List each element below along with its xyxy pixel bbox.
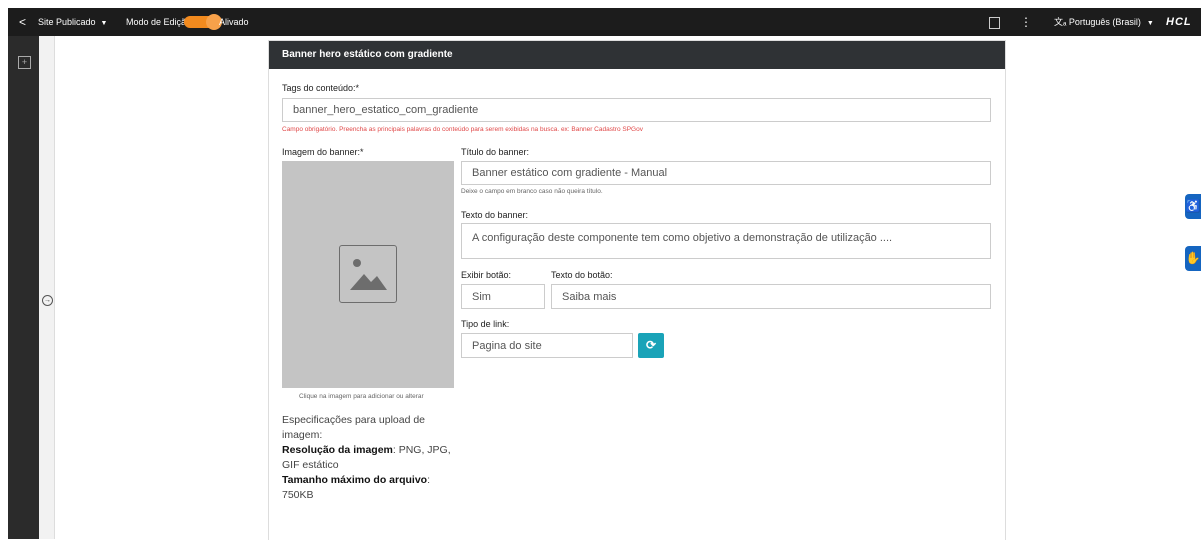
image-label: Imagem do banner:* bbox=[282, 147, 364, 157]
link-type-select[interactable]: Pagina do site bbox=[461, 333, 633, 358]
specs-size-label: Tamanho máximo do arquivo bbox=[282, 474, 428, 486]
site-status-dropdown[interactable]: Site Publicado ▼ bbox=[38, 8, 107, 36]
show-button-select[interactable]: Sim bbox=[461, 284, 545, 309]
refresh-button[interactable]: ⟳ bbox=[638, 333, 664, 358]
chevron-left-icon: < bbox=[18, 15, 26, 29]
edit-mode-state: Alivado bbox=[219, 17, 249, 27]
button-text-input[interactable]: Saiba mais bbox=[551, 284, 991, 309]
back-button[interactable]: < bbox=[8, 8, 37, 36]
edit-mode-toggle[interactable] bbox=[184, 14, 222, 30]
banner-text-textarea[interactable]: A configuração deste componente tem como… bbox=[461, 223, 991, 259]
caret-down-icon: ▼ bbox=[100, 20, 108, 27]
expand-arrow-icon[interactable]: → bbox=[42, 295, 53, 306]
add-component-icon[interactable]: + bbox=[18, 56, 31, 69]
image-placeholder-icon bbox=[339, 245, 397, 303]
banner-title-input[interactable]: Banner estático com gradiente - Manual bbox=[461, 161, 991, 185]
kebab-menu-icon[interactable]: ⋮ bbox=[1020, 8, 1032, 36]
translate-icon: 文ₐ bbox=[1054, 17, 1067, 27]
upload-specs: Especificações para upload de imagem: Re… bbox=[282, 413, 462, 503]
refresh-icon: ⟳ bbox=[645, 338, 657, 352]
top-strip bbox=[0, 0, 1201, 8]
banner-title-hint: Deixe o campo em branco caso não queira … bbox=[461, 188, 603, 195]
tags-label: Tags do conteúdo:* bbox=[282, 83, 360, 93]
site-status-label: Site Publicado bbox=[38, 17, 96, 27]
specs-resolution: Resolução da imagem: PNG, JPG, GIF estát… bbox=[282, 443, 462, 473]
accessibility-icon[interactable]: ♿ bbox=[1185, 194, 1201, 219]
link-type-label: Tipo de link: bbox=[461, 319, 510, 329]
tags-error: Campo obrigatório. Preencha as principai… bbox=[282, 126, 643, 133]
hcl-logo: HCL bbox=[1166, 16, 1192, 28]
button-text-label: Texto do botão: bbox=[551, 270, 613, 280]
caret-down-icon: ▼ bbox=[1146, 20, 1154, 27]
specs-size: Tamanho máximo do arquivo: 750KB bbox=[282, 473, 462, 503]
edit-component-dialog: Banner hero estático com gradiente Tags … bbox=[268, 40, 1006, 540]
specs-resolution-label: Resolução da imagem bbox=[282, 444, 393, 456]
tags-input[interactable]: banner_hero_estatico_com_gradiente bbox=[282, 98, 991, 122]
panel-icon[interactable] bbox=[989, 17, 1000, 29]
sign-language-icon[interactable]: ✋ bbox=[1185, 246, 1201, 271]
page-edge-column bbox=[39, 36, 55, 539]
language-label: Português (Brasil) bbox=[1068, 17, 1141, 27]
specs-title: Especificações para upload de imagem: bbox=[282, 414, 426, 441]
dialog-title: Banner hero estático com gradiente bbox=[269, 41, 1005, 69]
image-hint: Clique na imagem para adicionar ou alter… bbox=[299, 393, 424, 400]
image-upload-area[interactable] bbox=[282, 161, 454, 388]
show-button-label: Exibir botão: bbox=[461, 270, 512, 280]
banner-title-label: Título do banner: bbox=[461, 147, 530, 157]
left-sidebar: + bbox=[8, 36, 39, 539]
top-toolbar: < Site Publicado ▼ Modo de Edição: Alivad… bbox=[8, 8, 1201, 36]
banner-text-label: Texto do banner: bbox=[461, 210, 529, 220]
language-dropdown[interactable]: 文ₐ Português (Brasil) ▼ bbox=[1054, 8, 1154, 36]
